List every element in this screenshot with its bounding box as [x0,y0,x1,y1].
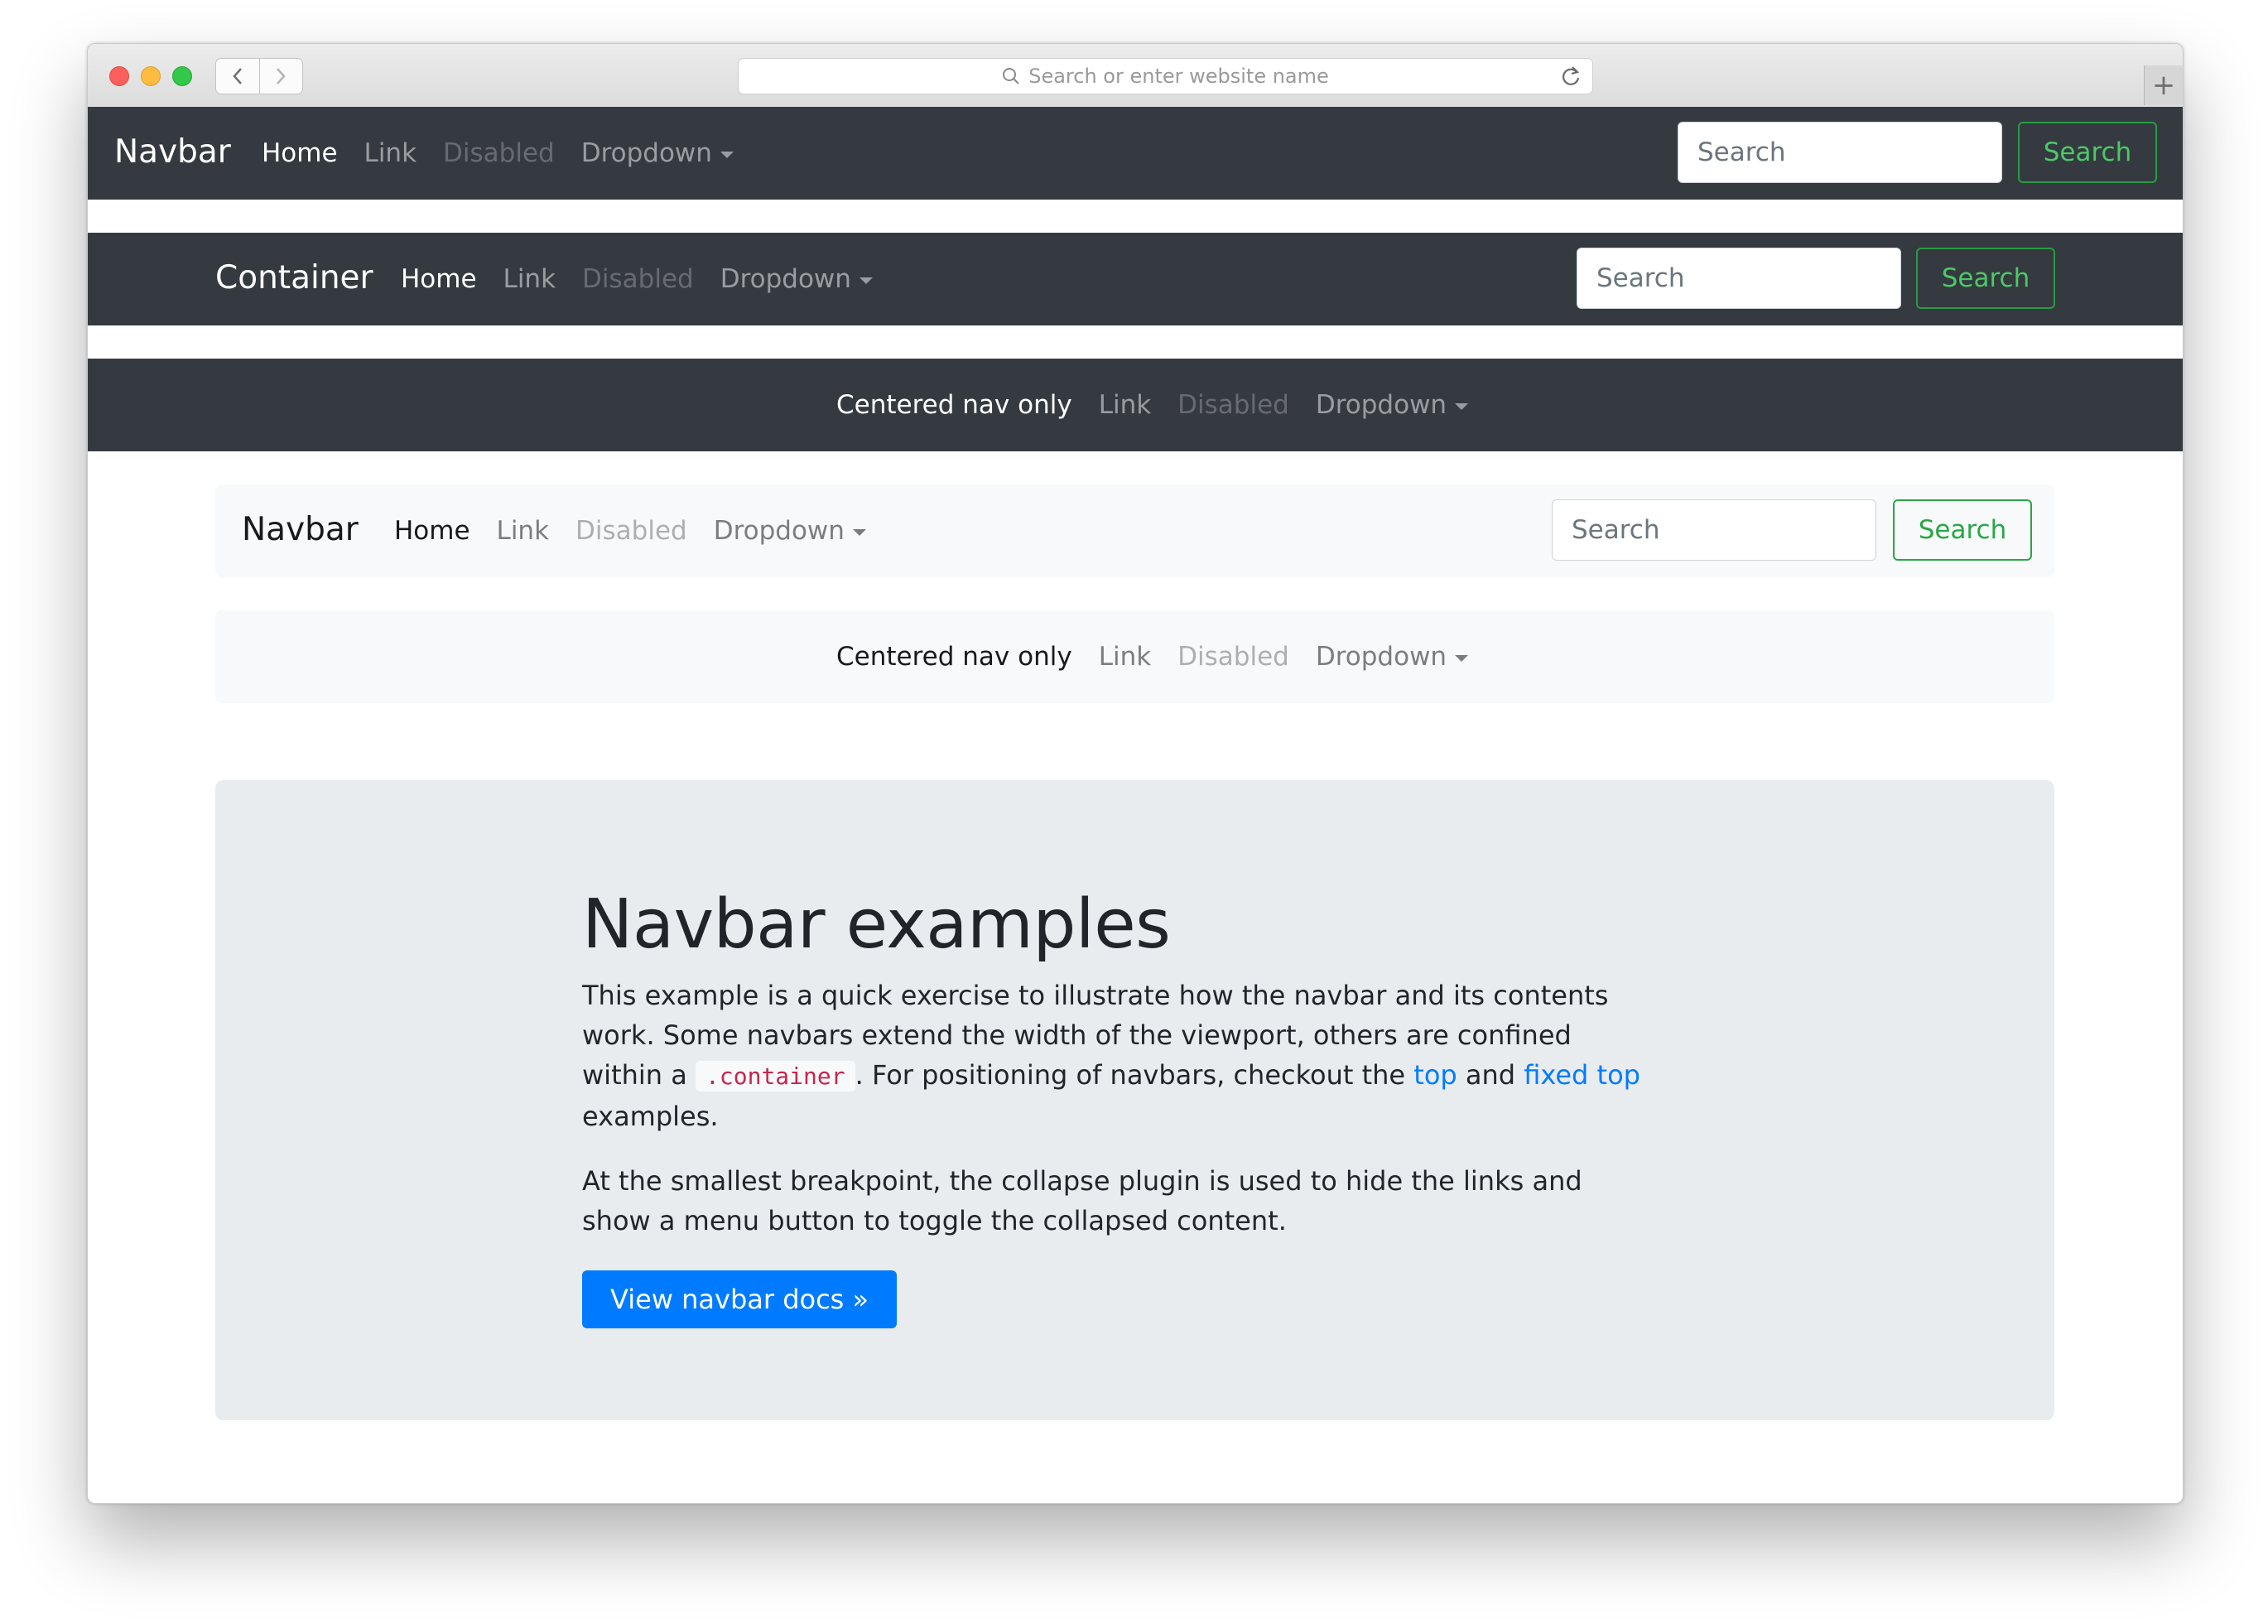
search-button[interactable]: Search [2018,122,2157,183]
top-link[interactable]: top [1413,1059,1457,1091]
intro-paragraph: This example is a quick exercise to illu… [582,976,1659,1136]
nav-links: Home Link Disabled Dropdown [394,516,866,546]
page-content: Navbar Home Link Disabled Dropdown Searc… [88,107,2183,1503]
intro-text-2: . For positioning of navbars, checkout t… [855,1059,1414,1092]
navbar-brand[interactable]: Navbar [242,511,359,548]
history-buttons [215,58,303,94]
dropdown-label: Dropdown [713,516,845,546]
nav-link-disabled: Disabled [443,138,555,168]
zoom-window-button[interactable] [172,66,192,86]
nav-dropdown[interactable]: Dropdown [1315,642,1469,672]
container-code: .container [696,1061,855,1092]
jumbotron: Navbar examples This example is a quick … [215,780,2054,1420]
address-bar[interactable]: Search or enter website name [738,58,1593,94]
title-bar: Search or enter website name + [88,44,2183,108]
dropdown-label: Dropdown [1315,642,1447,672]
nav-dropdown[interactable]: Dropdown [714,516,866,546]
nav-link-disabled: Disabled [575,516,687,546]
navbar-dark-container: Container Home Link Disabled Dropdown Se… [88,233,2183,325]
nav-link-home[interactable]: Home [394,516,470,546]
nav-link-link[interactable]: Link [503,264,556,294]
navbar-light-centered: Centered nav only Link Disabled Dropdown [215,610,2054,703]
navbar-dark-full: Navbar Home Link Disabled Dropdown Searc… [88,107,2183,200]
nav-links: Home Link Disabled Dropdown [401,264,873,294]
back-button[interactable] [216,59,259,94]
navbar-light-container: Navbar Home Link Disabled Dropdown Searc… [215,484,2054,577]
caret-down-icon [1455,654,1469,662]
nav-link-centered[interactable]: Centered nav only [836,642,1072,672]
nav-links: Centered nav only Link Disabled Dropdown [836,390,1469,420]
caret-down-icon [1455,402,1469,410]
nav-link-link[interactable]: Link [1099,390,1151,420]
forward-button[interactable] [258,59,303,94]
nav-links: Centered nav only Link Disabled Dropdown [836,642,1469,672]
intro-text-4: examples. [582,1101,719,1133]
nav-link-disabled: Disabled [1177,390,1289,420]
fixed-top-link[interactable]: fixed top [1524,1059,1640,1091]
jumbotron-content: Navbar examples This example is a quick … [582,885,1659,1329]
nav-dropdown[interactable]: Dropdown [1315,390,1469,420]
nav-link-disabled: Disabled [1177,642,1289,672]
chevron-right-icon [277,68,286,84]
dropdown-label: Dropdown [720,264,851,294]
nav-link-disabled: Disabled [582,264,694,294]
navbar-dark-centered: Centered nav only Link Disabled Dropdown [88,359,2183,451]
caret-down-icon [859,277,873,284]
chevron-left-icon [233,68,242,84]
search-button[interactable]: Search [1893,499,2032,561]
address-placeholder: Search or enter website name [1028,65,1329,88]
nav-link-home[interactable]: Home [401,264,477,294]
nav-dropdown[interactable]: Dropdown [720,264,873,294]
nav-dropdown[interactable]: Dropdown [581,138,734,168]
search-icon [1002,67,1020,85]
navbar-brand[interactable]: Navbar [114,133,231,171]
nav-links: Home Link Disabled Dropdown [262,138,734,168]
close-window-button[interactable] [109,66,129,86]
nav-link-link[interactable]: Link [1099,642,1151,672]
view-navbar-docs-button[interactable]: View navbar docs » [582,1270,898,1329]
minimize-window-button[interactable] [141,66,161,86]
nav-link-link[interactable]: Link [497,516,549,546]
search-input[interactable] [1577,248,1901,309]
navbar-brand[interactable]: Container [215,259,373,296]
search-button[interactable]: Search [1916,248,2055,309]
reload-icon[interactable] [1561,65,1581,92]
new-tab-button[interactable]: + [2144,65,2183,105]
caret-down-icon [852,528,866,536]
search-input[interactable] [1552,499,1876,561]
search-input[interactable] [1678,122,2002,183]
nav-link-centered[interactable]: Centered nav only [836,390,1072,420]
dropdown-label: Dropdown [580,138,712,168]
dropdown-label: Dropdown [1315,390,1447,420]
nav-link-home[interactable]: Home [262,138,338,168]
browser-window: Search or enter website name + Navbar Ho… [87,43,2184,1504]
caret-down-icon [720,151,734,158]
page-title: Navbar examples [582,885,1171,964]
nav-link-link[interactable]: Link [364,138,417,168]
collapse-paragraph: At the smallest breakpoint, the collapse… [582,1165,1582,1237]
intro-text-3: and [1457,1059,1524,1092]
